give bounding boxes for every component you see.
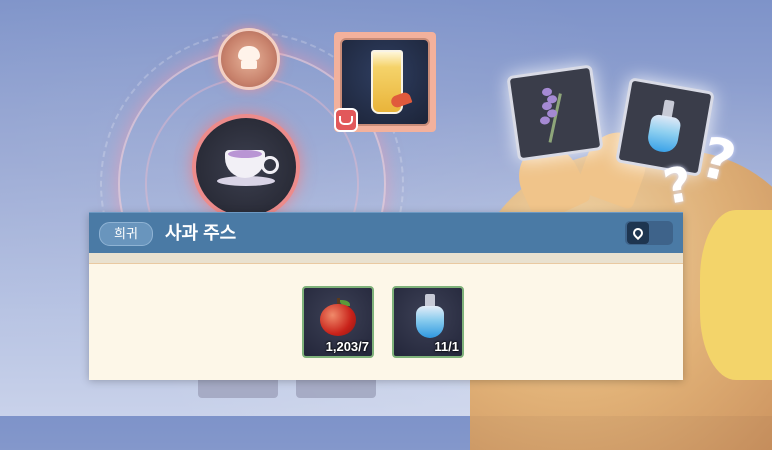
tooltip-divider: [89, 253, 683, 264]
character-mane: [700, 210, 772, 380]
chef-hat-icon: [236, 46, 262, 72]
juice-glass-icon: [367, 50, 413, 114]
ingredient-slot-apple[interactable]: 1,203/7: [302, 286, 374, 358]
lavender-tea-slot[interactable]: [192, 114, 300, 220]
chef-hat-node[interactable]: [218, 28, 280, 90]
item-tooltip: 희귀 사과 주스 1,203/7 11/1: [89, 212, 683, 380]
teacup-icon: [217, 144, 279, 190]
lavender-card: [506, 64, 604, 162]
ingredient-list: 1,203/7 11/1: [302, 286, 464, 358]
ingredient-slot-potion[interactable]: 11/1: [392, 286, 464, 358]
potion-icon: [416, 294, 444, 338]
pin-toggle[interactable]: [625, 221, 673, 245]
lavender-icon: [531, 81, 579, 146]
rarity-badge: 희귀: [99, 222, 153, 246]
potion-icon: [644, 97, 687, 156]
ingredient-count: 11/1: [434, 339, 459, 354]
item-title: 사과 주스: [165, 223, 237, 243]
cooking-pot-icon: [334, 108, 358, 132]
ingredient-count: 1,203/7: [325, 339, 369, 354]
tooltip-header: 희귀 사과 주스: [89, 212, 683, 253]
apple-icon: [320, 298, 356, 338]
tooltip-body: 1,203/7 11/1: [89, 264, 683, 380]
pin-icon: [627, 222, 649, 244]
